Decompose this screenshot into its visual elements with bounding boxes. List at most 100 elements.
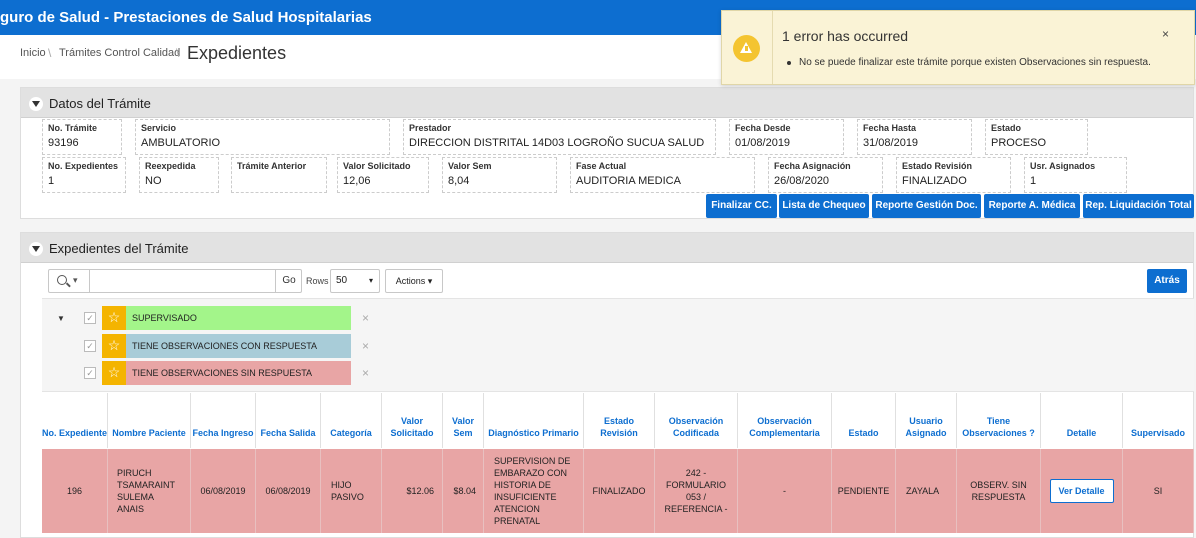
field-value: PROCESO [991,137,1047,149]
field-label: Valor Sem [448,161,492,171]
warning-icon [733,35,760,62]
field-value: 93196 [48,137,79,149]
filter-sin-respuesta[interactable]: TIENE OBSERVACIONES SIN RESPUESTA [126,361,351,385]
field-value: DIRECCION DISTRITAL 14D03 LOGROÑO SUCUA … [409,137,705,149]
finalizar-cc-button[interactable]: Finalizar CC. [706,194,777,218]
cell-estado-revision: FINALIZADO [584,449,655,533]
rows-value: 50 [336,275,348,286]
region-title: Expedientes del Trámite [49,241,189,256]
actions-label: Actions [395,276,426,286]
actions-menu-button[interactable]: Actions ▾ [385,269,443,293]
field-label: Usr. Asignados [1030,161,1096,171]
app-title: guro de Salud - Prestaciones de Salud Ho… [0,9,372,26]
region-header[interactable]: Datos del Trámite [21,88,1193,118]
field-value: 12,06 [343,175,371,187]
star-icon: ☆ [102,334,126,358]
region-title: Datos del Trámite [49,96,151,111]
field-fecha-hasta: Fecha Hasta 31/08/2019 [857,119,972,155]
col-header-obs-codificada[interactable]: Observación Codificada [655,393,738,448]
lista-chequeo-button[interactable]: Lista de Chequeo [779,194,869,218]
field-value: 31/08/2019 [863,137,919,149]
cell-valor-solicitado: $12.06 [382,449,443,533]
rows-label: Rows [306,276,329,286]
field-value: 26/08/2020 [774,175,830,187]
cell-fecha-salida: 06/08/2019 [256,449,321,533]
field-label: Fecha Desde [735,123,791,133]
field-label: Estado Revisión [902,161,973,171]
cell-tiene-observaciones: OBSERV. SIN RESPUESTA [957,449,1041,533]
col-header-diagnostico[interactable]: Diagnóstico Primario [484,393,584,448]
ver-detalle-button[interactable]: Ver Detalle [1049,479,1114,503]
remove-filter-icon[interactable]: × [362,339,369,353]
field-value: NO [145,175,162,187]
field-valor-solicitado: Valor Solicitado 12,06 [337,157,429,193]
chevron-down-icon[interactable]: ▾ [73,275,78,286]
search-input[interactable]: ▾ Go [48,269,302,293]
cell-supervisado: SI [1123,449,1194,533]
filter-checkbox[interactable]: ✓ [84,367,96,379]
col-header-detalle[interactable]: Detalle [1041,393,1123,448]
collapse-toggle-icon[interactable]: ▼ [57,314,65,323]
go-button[interactable]: Go [275,270,302,292]
cell-obs-codificada: 242 - FORMULARIO 053 / REFERENCIA - [655,449,738,533]
filter-con-respuesta[interactable]: TIENE OBSERVACIONES CON RESPUESTA [126,334,351,358]
field-label: No. Trámite [48,123,98,133]
col-header-estado-revision[interactable]: Estado Revisión [584,393,655,448]
field-label: Estado [991,123,1022,133]
col-header-tiene-observaciones[interactable]: Tiene Observaciones ? [957,393,1041,448]
remove-filter-icon[interactable]: × [362,366,369,380]
col-header-fecha-ingreso[interactable]: Fecha Ingreso [191,393,256,448]
rows-select[interactable]: 50 ▾ [330,269,380,293]
field-label: Fecha Asignación [774,161,851,171]
col-header-no-expediente[interactable]: No. Expediente [42,393,108,448]
breadcrumb-tramites[interactable]: Trámites Control Calidad [59,47,180,59]
field-label: Fecha Hasta [863,123,917,133]
field-fecha-asignacion: Fecha Asignación 26/08/2020 [768,157,883,193]
cell-detalle: Ver Detalle [1041,449,1123,533]
reporte-gestion-doc-button[interactable]: Reporte Gestión Doc. [872,194,981,218]
rep-liquidacion-total-button[interactable]: Rep. Liquidación Total [1083,194,1194,218]
field-servicio: Servicio AMBULATORIO [135,119,390,155]
col-header-fecha-salida[interactable]: Fecha Salida [256,393,321,448]
cell-fecha-ingreso: 06/08/2019 [191,449,256,533]
col-header-estado[interactable]: Estado [832,393,896,448]
collapse-icon[interactable] [29,242,43,256]
filter-checkbox[interactable]: ✓ [84,312,96,324]
cell-estado: PENDIENTE [832,449,896,533]
divider [89,270,90,292]
col-header-supervisado[interactable]: Supervisado [1123,393,1194,448]
close-icon[interactable]: × [1162,27,1169,41]
field-fase-actual: Fase Actual AUDITORIA MEDICA [570,157,755,193]
col-header-usuario-asignado[interactable]: Usuario Asignado [896,393,957,448]
field-prestador: Prestador DIRECCION DISTRITAL 14D03 LOGRO… [403,119,716,155]
search-icon[interactable] [57,275,67,285]
col-header-obs-complementaria[interactable]: Observación Complementaria [738,393,832,448]
remove-filter-icon[interactable]: × [362,311,369,325]
field-value: AMBULATORIO [141,137,221,149]
field-reexpedida: Reexpedida NO [139,157,219,193]
field-estado: Estado PROCESO [985,119,1088,155]
filter-checkbox[interactable]: ✓ [84,340,96,352]
field-value: AUDITORIA MEDICA [576,175,681,187]
filter-supervisado[interactable]: SUPERVISADO [126,306,351,330]
chevron-down-icon: ▾ [368,276,373,285]
field-value: 1 [48,175,55,187]
field-value: 8,04 [448,175,470,187]
atras-button[interactable]: Atrás [1147,269,1187,293]
region-header[interactable]: Expedientes del Trámite [21,233,1193,263]
cell-diagnostico: SUPERVISION DE EMBARAZO CON HISTORIA DE … [484,449,584,533]
col-header-valor-sem[interactable]: Valor Sem [443,393,484,448]
reporte-a-medica-button[interactable]: Reporte A. Médica [984,194,1080,218]
bullet [787,61,791,65]
field-tramite-anterior: Trámite Anterior [231,157,327,193]
field-label: Valor Solicitado [343,161,411,171]
col-header-nombre-paciente[interactable]: Nombre Paciente [108,393,191,448]
field-label: Servicio [141,123,177,133]
field-valor-sem: Valor Sem 8,04 [442,157,557,193]
collapse-icon[interactable] [29,97,43,111]
star-icon: ☆ [102,361,126,385]
col-header-categoria[interactable]: Categoría [321,393,382,448]
breadcrumb-inicio[interactable]: Inicio [20,47,46,59]
col-header-valor-solicitado[interactable]: Valor Solicitado [382,393,443,448]
field-value: 1 [1030,175,1037,187]
